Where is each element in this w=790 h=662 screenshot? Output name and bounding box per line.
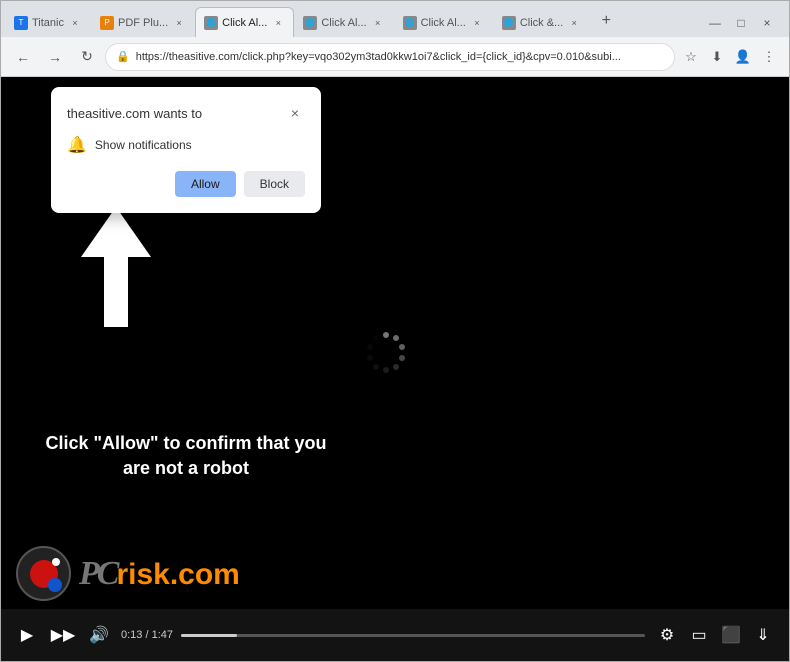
tab-click-amp-6[interactable]: 🌐 Click &... × <box>493 7 590 37</box>
arrow-container <box>81 207 151 327</box>
allow-button[interactable]: Allow <box>175 171 236 197</box>
tab-favicon-4: 🌐 <box>303 16 317 30</box>
popup-notification-label: Show notifications <box>95 138 192 152</box>
tab-label-6: Click &... <box>520 17 563 29</box>
pcrisk-circle-icon <box>16 546 71 601</box>
download-video-button[interactable]: ⇓ <box>749 621 777 649</box>
progress-bar-fill <box>181 634 237 637</box>
tab-label-5: Click Al... <box>421 17 466 29</box>
popup-title: theasitive.com wants to <box>67 106 202 121</box>
address-bar[interactable]: 🔒 https://theasitive.com/click.php?key=v… <box>105 43 675 71</box>
tab-close-6[interactable]: × <box>567 16 581 30</box>
tab-close-3[interactable]: × <box>271 16 285 30</box>
fullscreen-button[interactable]: ⬛ <box>717 621 745 649</box>
tab-label-2: PDF Plu... <box>118 17 168 29</box>
volume-button[interactable]: 🔊 <box>85 621 113 649</box>
content-area: theasitive.com wants to × 🔔 Show notific… <box>1 77 789 661</box>
tab-favicon-1: T <box>14 16 28 30</box>
settings-button[interactable]: ⚙ <box>653 621 681 649</box>
notification-popup: theasitive.com wants to × 🔔 Show notific… <box>51 87 321 213</box>
block-button[interactable]: Block <box>244 171 305 197</box>
tab-label-4: Click Al... <box>321 17 366 29</box>
arrow-up-icon <box>81 207 151 257</box>
right-controls: ⚙ ▭ ⬛ ⇓ <box>653 621 777 649</box>
bookmark-button[interactable]: ☆ <box>679 45 703 69</box>
lock-icon: 🔒 <box>116 50 130 63</box>
loading-spinner <box>361 327 411 377</box>
tab-click-al-5[interactable]: 🌐 Click Al... × <box>394 7 493 37</box>
browser-window: T Titanic × P PDF Plu... × 🌐 Click Al...… <box>0 0 790 662</box>
pcrisk-logo: PC risk.com <box>16 546 240 601</box>
back-button[interactable]: ← <box>9 43 37 71</box>
address-text: https://theasitive.com/click.php?key=vqo… <box>136 51 664 63</box>
tab-close-5[interactable]: × <box>470 16 484 30</box>
forward-button[interactable]: → <box>41 43 69 71</box>
maximize-button[interactable]: □ <box>731 13 751 33</box>
tab-titanic[interactable]: T Titanic × <box>5 7 91 37</box>
play-button[interactable]: ▶ <box>13 621 41 649</box>
tab-bar: T Titanic × P PDF Plu... × 🌐 Click Al...… <box>1 1 789 37</box>
time-display: 0:13 / 1:47 <box>121 629 173 641</box>
minimize-button[interactable]: — <box>705 13 725 33</box>
pc-text: PC <box>79 555 116 593</box>
address-bar-actions: ☆ ⬇ 👤 ⋮ <box>679 45 781 69</box>
theater-button[interactable]: ▭ <box>685 621 713 649</box>
tab-close-1[interactable]: × <box>68 16 82 30</box>
window-controls: — □ × <box>705 13 785 37</box>
download-button[interactable]: ⬇ <box>705 45 729 69</box>
next-button[interactable]: ▶▶ <box>49 621 77 649</box>
menu-button[interactable]: ⋮ <box>757 45 781 69</box>
tab-label-1: Titanic <box>32 17 64 29</box>
reload-button[interactable]: ↻ <box>73 43 101 71</box>
popup-buttons: Allow Block <box>67 171 305 197</box>
video-controls: ▶ ▶▶ 🔊 0:13 / 1:47 ⚙ ▭ ⬛ ⇓ <box>1 609 789 661</box>
spinner-container <box>361 327 411 382</box>
tab-favicon-6: 🌐 <box>502 16 516 30</box>
risk-com-text: risk.com <box>116 558 239 592</box>
tab-favicon-3: 🌐 <box>204 16 218 30</box>
main-instruction-text: Click "Allow" to confirm that you are no… <box>31 431 341 481</box>
popup-header: theasitive.com wants to × <box>67 103 305 123</box>
tab-click-al-3[interactable]: 🌐 Click Al... × <box>195 7 294 37</box>
arrow-shaft <box>104 257 128 327</box>
address-bar-row: ← → ↻ 🔒 https://theasitive.com/click.php… <box>1 37 789 77</box>
bell-icon: 🔔 <box>67 135 87 155</box>
tab-label-3: Click Al... <box>222 17 267 29</box>
popup-close-button[interactable]: × <box>285 103 305 123</box>
new-tab-button[interactable]: + <box>592 7 620 35</box>
close-button[interactable]: × <box>757 13 777 33</box>
tab-favicon-2: P <box>100 16 114 30</box>
tab-bar-inner: T Titanic × P PDF Plu... × 🌐 Click Al...… <box>5 7 705 37</box>
tab-close-4[interactable]: × <box>371 16 385 30</box>
popup-notification-row: 🔔 Show notifications <box>67 135 305 155</box>
pcrisk-text: PC risk.com <box>79 555 240 593</box>
profile-button[interactable]: 👤 <box>731 45 755 69</box>
progress-bar[interactable] <box>181 634 645 637</box>
tab-favicon-5: 🌐 <box>403 16 417 30</box>
tab-click-al-4[interactable]: 🌐 Click Al... × <box>294 7 393 37</box>
tab-pdf[interactable]: P PDF Plu... × <box>91 7 195 37</box>
tab-close-2[interactable]: × <box>172 16 186 30</box>
